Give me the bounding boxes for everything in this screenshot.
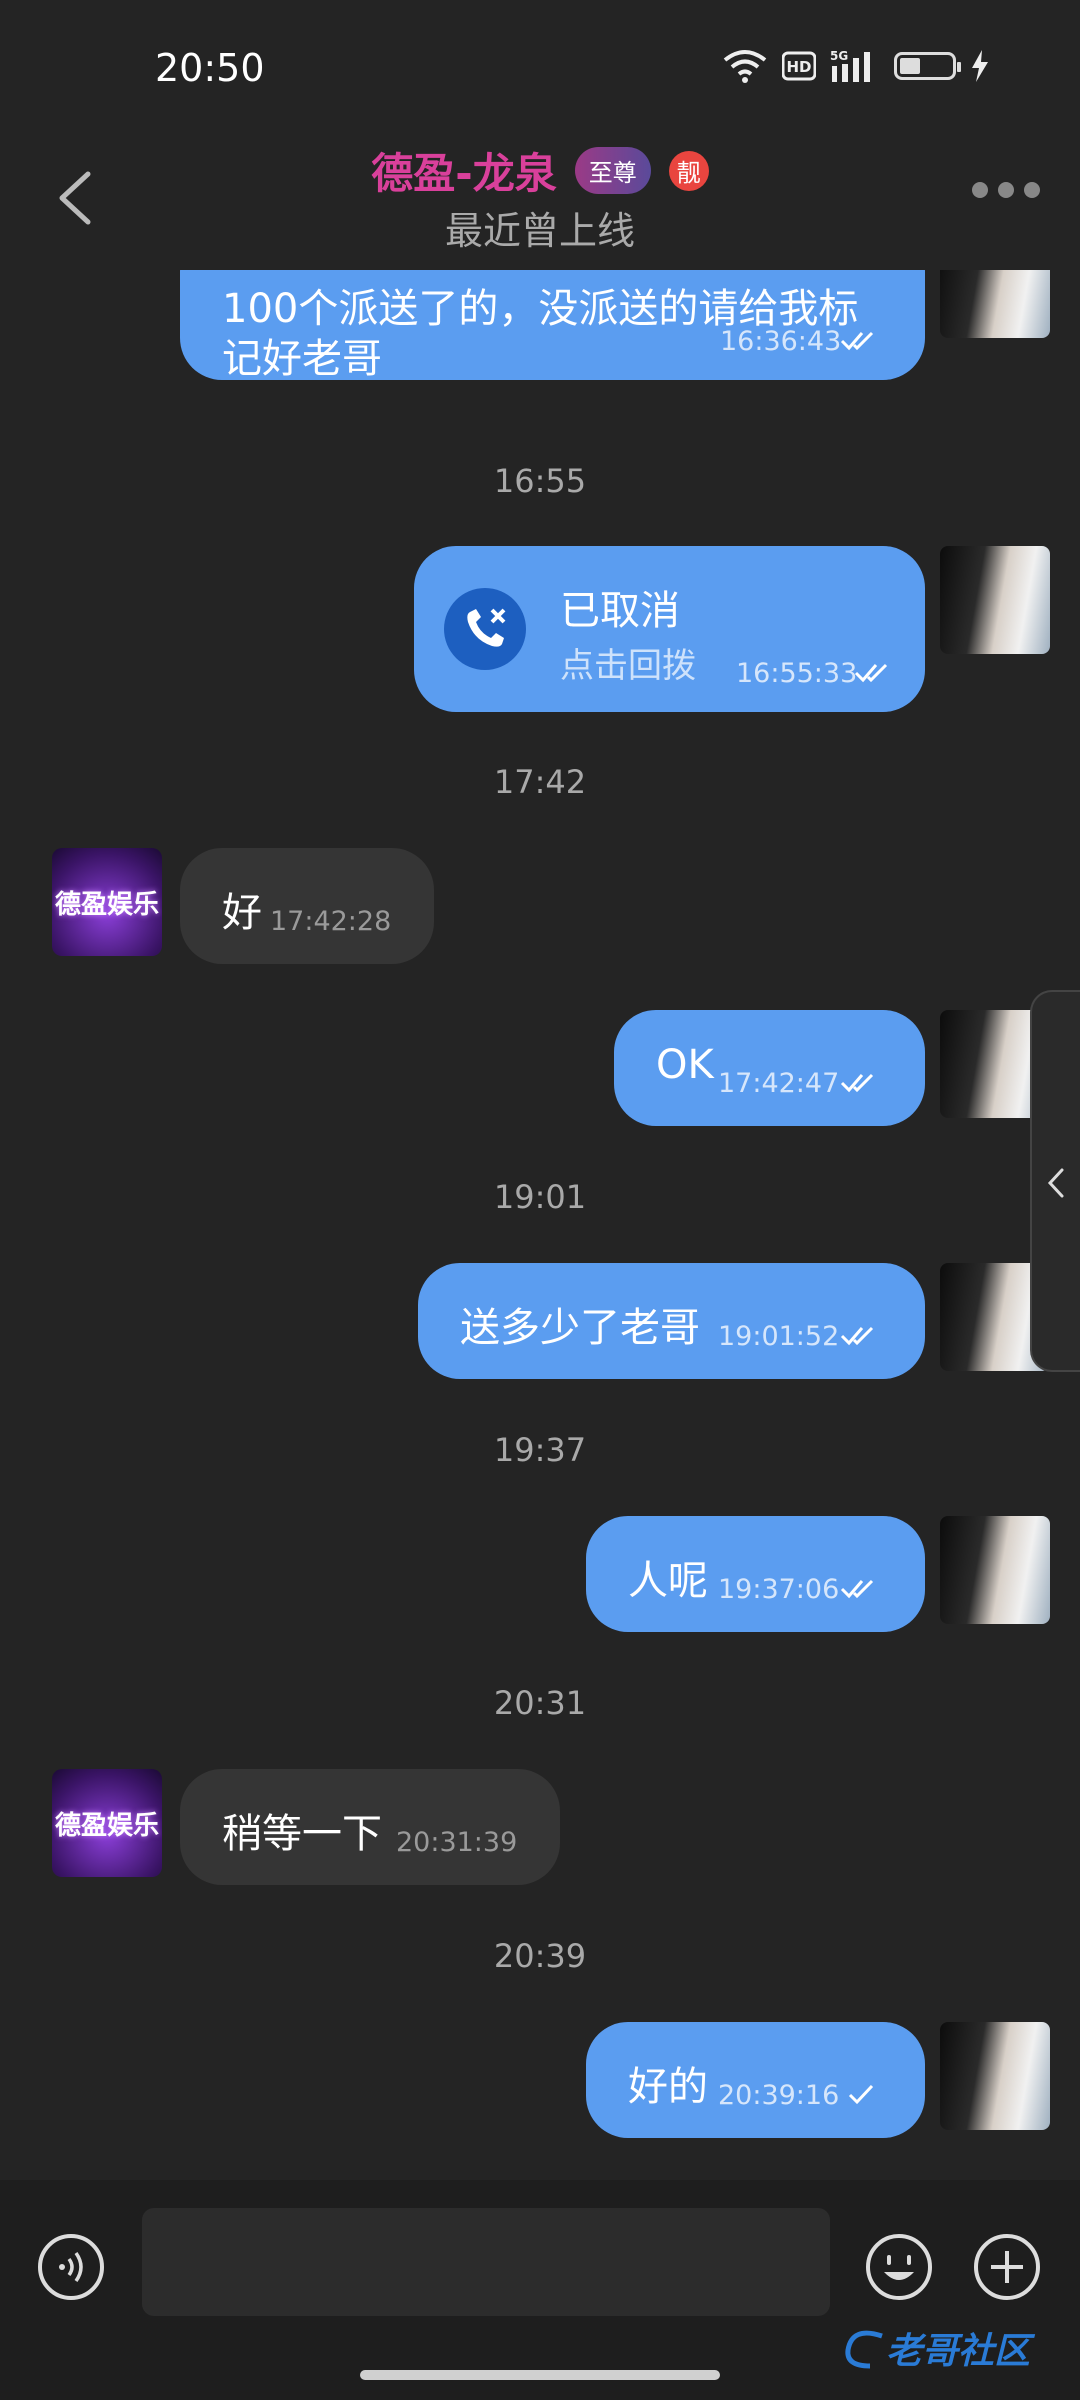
- emoji-icon[interactable]: [864, 2232, 934, 2302]
- input-bar: 老哥社区: [0, 2180, 1080, 2400]
- read-double-check-icon: [854, 663, 888, 683]
- message-time: 20:31:39: [396, 1827, 518, 1858]
- message-text: OK: [656, 1042, 714, 1088]
- call-record-bubble[interactable]: 已取消 点击回拨 16:55:33: [414, 546, 925, 712]
- phone-cancelled-icon: [467, 608, 506, 647]
- time-separator: 19:37: [493, 1431, 587, 1469]
- call-back-hint: 点击回拨: [560, 646, 696, 686]
- brand-logo-text: 德盈娱乐: [54, 1810, 159, 1841]
- time-separator: 16:55: [493, 462, 587, 500]
- contact-name[interactable]: 德盈-龙泉: [371, 140, 556, 201]
- message-text: 送多少了老哥: [460, 1305, 700, 1351]
- wifi-icon: [723, 50, 767, 83]
- avatar[interactable]: [940, 270, 1050, 338]
- message-time: 19:37:06: [718, 1574, 840, 1605]
- read-double-check-icon: [840, 1326, 874, 1346]
- network-label: 5G: [830, 49, 848, 63]
- read-double-check-icon: [840, 331, 874, 351]
- plus-icon[interactable]: [972, 2232, 1042, 2302]
- battery-icon: [894, 52, 961, 80]
- message-bubble-outgoing[interactable]: OK 17:42:47: [614, 1010, 925, 1126]
- message-time: 20:39:16: [718, 2080, 840, 2111]
- voice-input-icon[interactable]: [36, 2232, 106, 2302]
- call-icon-circle: [444, 588, 526, 670]
- message-time: 17:42:47: [718, 1068, 840, 1099]
- status-icons: HD 5G: [722, 48, 990, 84]
- message-text: 好: [222, 890, 262, 936]
- signal-icon: 5G: [830, 49, 870, 82]
- message-bubble-outgoing[interactable]: 送多少了老哥 19:01:52: [418, 1263, 925, 1379]
- avatar[interactable]: [940, 1516, 1050, 1624]
- read-double-check-icon: [840, 1579, 874, 1599]
- time-separator: 20:31: [493, 1684, 587, 1722]
- time-separator: 20:39: [493, 1937, 587, 1975]
- hd-label: HD: [786, 58, 811, 76]
- sent-check-icon: [848, 2084, 874, 2105]
- contact-avatar[interactable]: 德盈娱乐: [52, 848, 162, 956]
- vip-badge: 至尊: [574, 147, 651, 194]
- chat-header: 德盈-龙泉 至尊 靓 最近曾上线: [0, 130, 1080, 270]
- contact-avatar[interactable]: 德盈娱乐: [52, 1769, 162, 1877]
- avatar[interactable]: [940, 2022, 1050, 2130]
- hd-icon: HD: [782, 51, 816, 81]
- message-text: 记好老哥: [222, 336, 382, 382]
- watermark-logo: 老哥社区: [842, 2320, 1062, 2376]
- time-separator: 19:01: [493, 1178, 587, 1216]
- message-bubble-incoming[interactable]: 稍等一下 20:31:39: [180, 1769, 560, 1885]
- message-text: 人呢: [628, 1558, 708, 1604]
- message-bubble-outgoing[interactable]: 100个派送了的，没派送的请给我标 记好老哥 16:36:43: [180, 270, 925, 382]
- avatar[interactable]: [940, 546, 1050, 654]
- message-time: 17:42:28: [270, 906, 392, 937]
- message-list[interactable]: 100个派送了的，没派送的请给我标 记好老哥 16:36:43 16:55 已取…: [0, 270, 1080, 2180]
- charging-icon: [972, 50, 988, 82]
- message-bubble-incoming[interactable]: 好 17:42:28: [180, 848, 434, 964]
- message-bubble-outgoing[interactable]: 好的 20:39:16: [586, 2022, 925, 2138]
- status-time: 20:50: [155, 46, 265, 90]
- message-bubble-outgoing[interactable]: 人呢 19:37:06: [586, 1516, 925, 1632]
- read-double-check-icon: [840, 1073, 874, 1093]
- message-text: 好的: [628, 2064, 708, 2110]
- message-input[interactable]: [142, 2208, 830, 2316]
- message-time: 19:01:52: [718, 1321, 840, 1352]
- more-options-icon[interactable]: [972, 182, 1040, 198]
- time-separator: 17:42: [493, 763, 587, 801]
- status-bar: 20:50 HD 5G: [0, 0, 1080, 130]
- side-panel-handle[interactable]: [1030, 990, 1080, 1372]
- chevron-left-icon: [1047, 1168, 1064, 1198]
- liang-badge: 靓: [668, 150, 709, 191]
- brand-logo-text: 德盈娱乐: [54, 889, 159, 920]
- home-indicator[interactable]: [360, 2370, 720, 2380]
- title-row: 德盈-龙泉 至尊 靓: [0, 140, 1080, 201]
- online-status: 最近曾上线: [444, 209, 635, 253]
- message-time: 16:55:33: [736, 658, 858, 689]
- dragon-logo-icon: [845, 2330, 883, 2369]
- watermark-text: 老哥社区: [886, 2331, 1031, 2372]
- call-status: 已取消: [560, 588, 680, 634]
- message-time: 16:36:43: [720, 326, 842, 357]
- message-text: 稍等一下: [222, 1811, 382, 1857]
